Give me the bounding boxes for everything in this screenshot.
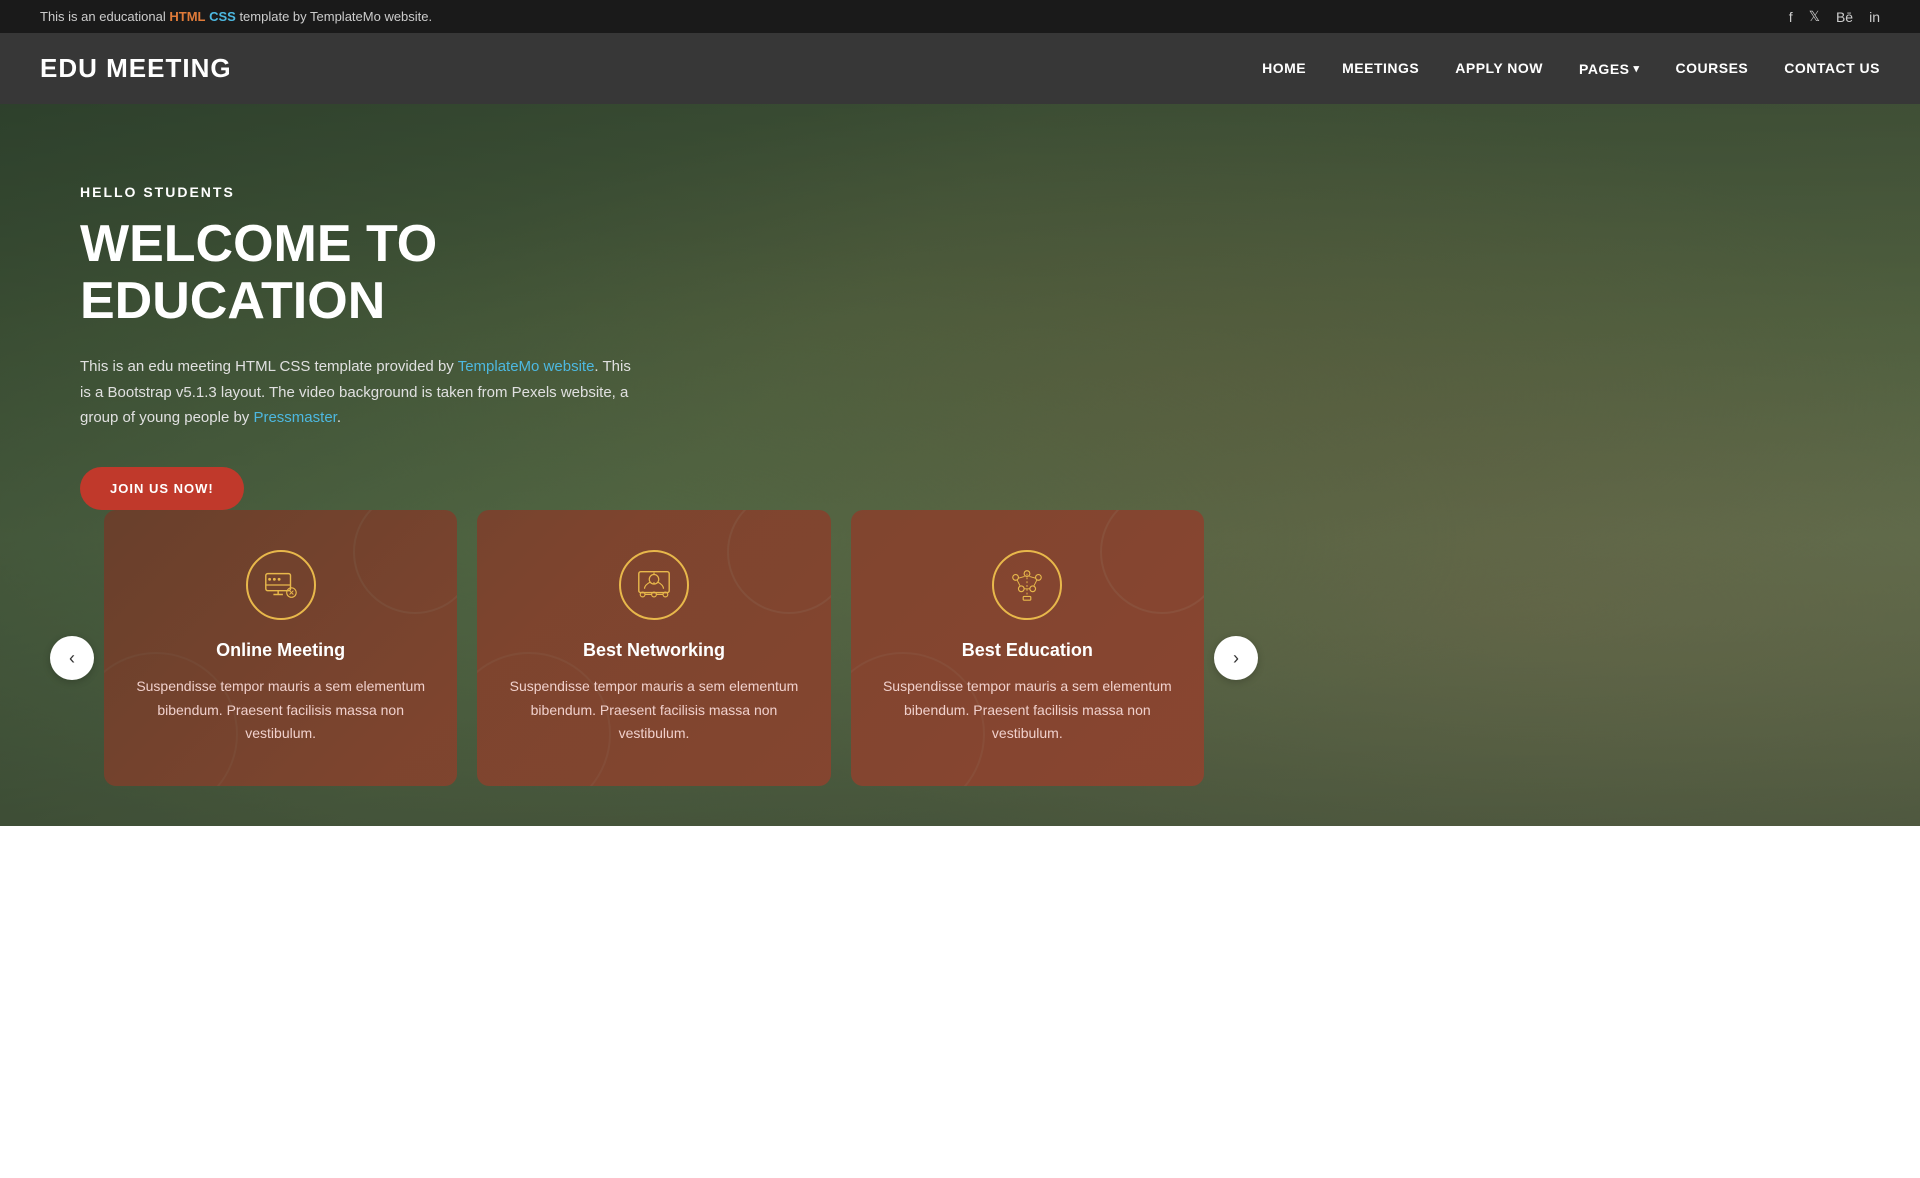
meeting-icon	[262, 566, 300, 604]
chevron-down-icon: ▾	[1634, 62, 1640, 75]
hero-subtitle: HELLO STUDENTS	[80, 184, 640, 200]
nav-links: HOME MEETINGS APPLY NOW PAGES ▾ COURSES …	[1262, 60, 1880, 78]
hero-description: This is an edu meeting HTML CSS template…	[80, 354, 640, 431]
navbar: EDU MEETING HOME MEETINGS APPLY NOW PAGE…	[0, 33, 1920, 104]
nav-item-home[interactable]: HOME	[1262, 60, 1306, 78]
networking-icon	[635, 566, 673, 604]
nav-item-apply[interactable]: APPLY NOW	[1455, 60, 1543, 78]
card-3-title: Best Education	[881, 640, 1174, 661]
card-3-icon-wrap	[992, 550, 1062, 620]
top-bar-message: This is an educational HTML CSS template…	[40, 9, 432, 24]
carousel-next-button[interactable]: ›	[1214, 636, 1258, 680]
nav-link-contact[interactable]: CONTACT US	[1784, 60, 1880, 76]
top-bar-suffix: template by TemplateMo website.	[236, 9, 432, 24]
card-3-desc: Suspendisse tempor mauris a sem elementu…	[881, 675, 1174, 746]
top-bar-css: CSS	[209, 9, 236, 24]
nav-link-pages[interactable]: PAGES ▾	[1579, 61, 1640, 77]
hero-section: HELLO STUDENTS WELCOME TO EDUCATION This…	[0, 104, 1920, 826]
carousel-prev-button[interactable]: ‹	[50, 636, 94, 680]
hero-content: HELLO STUDENTS WELCOME TO EDUCATION This…	[0, 104, 700, 550]
education-icon	[1008, 566, 1046, 604]
nav-item-meetings[interactable]: MEETINGS	[1342, 60, 1419, 78]
nav-item-pages[interactable]: PAGES ▾	[1579, 61, 1640, 77]
join-us-button[interactable]: JOIN US NOW!	[80, 467, 244, 510]
nav-item-courses[interactable]: COURSES	[1676, 60, 1749, 78]
card-2-desc: Suspendisse tempor mauris a sem elementu…	[507, 675, 800, 746]
hero-link-pressmaster[interactable]: Pressmaster	[253, 409, 336, 426]
top-bar: This is an educational HTML CSS template…	[0, 0, 1920, 33]
nav-link-meetings[interactable]: MEETINGS	[1342, 60, 1419, 76]
nav-link-courses[interactable]: COURSES	[1676, 60, 1749, 76]
hero-title: WELCOME TO EDUCATION	[80, 216, 640, 330]
linkedin-icon[interactable]: in	[1869, 9, 1880, 25]
card-2-icon-wrap	[619, 550, 689, 620]
top-bar-prefix: This is an educational	[40, 9, 169, 24]
facebook-icon[interactable]: f	[1789, 9, 1793, 25]
nav-link-apply[interactable]: APPLY NOW	[1455, 60, 1543, 76]
top-bar-html: HTML	[169, 9, 205, 24]
social-icons-group: f 𝕏 Bē in	[1789, 8, 1880, 25]
hero-link-templatemo[interactable]: TemplateMo website	[458, 358, 595, 375]
behance-icon[interactable]: Bē	[1836, 9, 1853, 25]
card-1-title: Online Meeting	[134, 640, 427, 661]
nav-item-contact[interactable]: CONTACT US	[1784, 60, 1880, 78]
hero-desc-part3: .	[337, 409, 341, 426]
twitter-icon[interactable]: 𝕏	[1809, 8, 1820, 25]
nav-logo[interactable]: EDU MEETING	[40, 53, 232, 84]
card-1-desc: Suspendisse tempor mauris a sem elementu…	[134, 675, 427, 746]
card-1-icon-wrap	[246, 550, 316, 620]
nav-link-home[interactable]: HOME	[1262, 60, 1306, 76]
hero-desc-part1: This is an edu meeting HTML CSS template…	[80, 358, 458, 375]
card-2-title: Best Networking	[507, 640, 800, 661]
